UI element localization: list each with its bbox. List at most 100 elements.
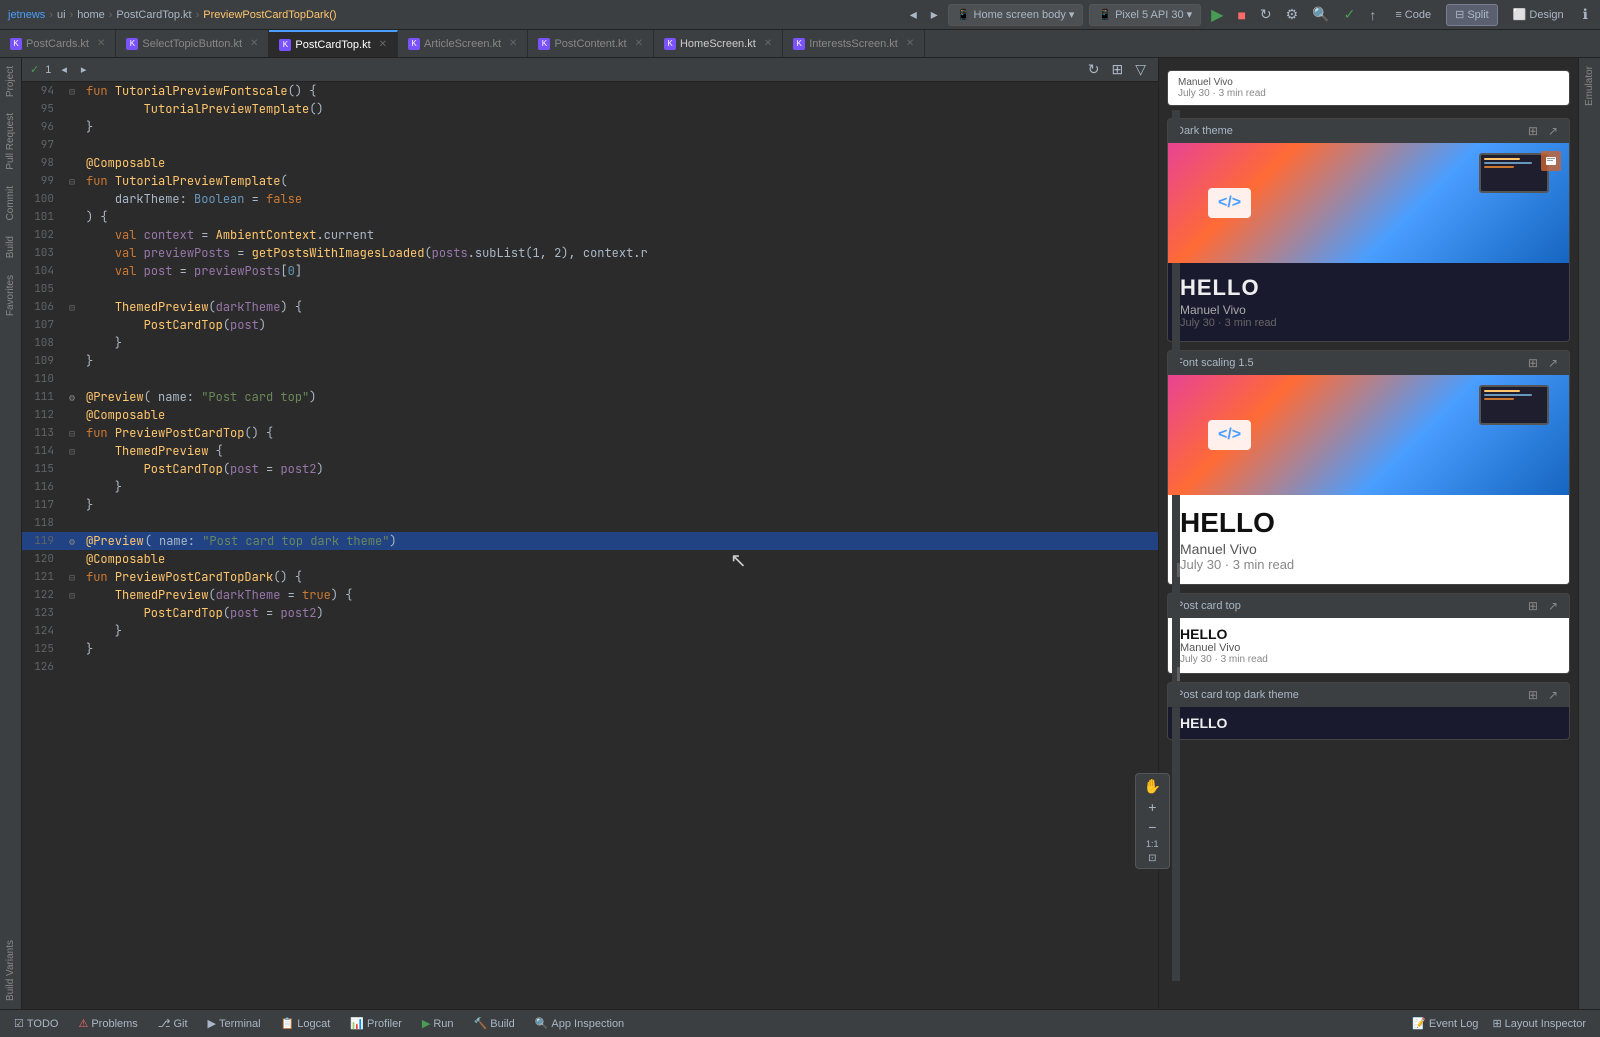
post-top-save[interactable]: ⊞ bbox=[1525, 598, 1541, 614]
code-line-94: 94 ⊟ fun TutorialPreviewFontscale() { bbox=[22, 82, 1158, 100]
hand-tool-button[interactable]: ✋ bbox=[1138, 776, 1167, 797]
tab-postcontent-close[interactable]: ✕ bbox=[635, 38, 643, 49]
terminal-button[interactable]: ▶ Terminal bbox=[202, 1015, 267, 1032]
font-scaling-save[interactable]: ⊞ bbox=[1525, 355, 1541, 371]
settings-button[interactable]: ⚙ bbox=[1282, 4, 1303, 25]
tab-homescreen[interactable]: K HomeScreen.kt ✕ bbox=[654, 30, 783, 58]
tab-interestsscreen-close[interactable]: ✕ bbox=[906, 38, 914, 49]
tab-interestsscreen[interactable]: K InterestsScreen.kt ✕ bbox=[783, 30, 925, 58]
code-view-button[interactable]: ≡ Code bbox=[1386, 4, 1440, 26]
fit-button[interactable]: ⊡ bbox=[1142, 851, 1162, 866]
line-num-125: 125 bbox=[22, 641, 62, 658]
kotlin-icon-4: K bbox=[408, 38, 420, 50]
git-button[interactable]: ⎇ Git bbox=[152, 1015, 194, 1032]
toggle-view[interactable]: ⊞ bbox=[1107, 59, 1127, 80]
tab-articlescreen-close[interactable]: ✕ bbox=[509, 38, 517, 49]
problems-button[interactable]: ⚠ Problems bbox=[72, 1015, 143, 1032]
sidebar-buildvariants[interactable]: Build Variants bbox=[3, 936, 18, 1005]
info-button[interactable]: ℹ bbox=[1579, 4, 1592, 25]
tab-postcards[interactable]: K PostCards.kt ✕ bbox=[0, 30, 116, 58]
stop-button[interactable]: ■ bbox=[1233, 5, 1249, 25]
tab-postcards-close[interactable]: ✕ bbox=[97, 38, 105, 49]
tab-selecttopic-close[interactable]: ✕ bbox=[250, 38, 258, 49]
font-scaling-open[interactable]: ↗ bbox=[1545, 355, 1561, 371]
tab-homescreen-close[interactable]: ✕ bbox=[764, 38, 772, 49]
design-view-button[interactable]: ⬜ Design bbox=[1504, 4, 1573, 26]
profiler-button[interactable]: 📊 Profiler bbox=[344, 1015, 408, 1032]
dark-theme-open[interactable]: ↗ bbox=[1545, 123, 1561, 139]
zoom-reset-button[interactable]: 1:1 bbox=[1140, 837, 1165, 851]
breadcrumb-home[interactable]: home bbox=[77, 9, 105, 21]
search-button[interactable]: 🔍 bbox=[1308, 4, 1333, 25]
tab-postcontent[interactable]: K PostContent.kt ✕ bbox=[528, 30, 654, 58]
zoom-out-button[interactable]: − bbox=[1142, 817, 1162, 837]
kotlin-icon-6: K bbox=[664, 38, 676, 50]
code-line-108: 108 } bbox=[22, 334, 1158, 352]
sidebar-build[interactable]: Build bbox=[3, 232, 18, 262]
refresh-button[interactable]: ↻ bbox=[1256, 4, 1276, 25]
code-line-101: 101 ) { bbox=[22, 208, 1158, 226]
post-top-open[interactable]: ↗ bbox=[1545, 598, 1561, 614]
git-commit[interactable]: ✓ bbox=[1340, 4, 1360, 25]
zoom-in-button[interactable]: + bbox=[1142, 797, 1162, 817]
run-button[interactable]: ▶ bbox=[1207, 3, 1227, 27]
logcat-button[interactable]: 📋 Logcat bbox=[275, 1015, 337, 1032]
filter-preview[interactable]: ▽ bbox=[1131, 59, 1150, 80]
sidebar-favorites[interactable]: Favorites bbox=[3, 271, 18, 320]
git-push[interactable]: ↑ bbox=[1365, 5, 1380, 25]
breadcrumb-function[interactable]: PreviewPostCardTopDark() bbox=[203, 9, 336, 21]
code-line-95: 95 TutorialPreviewTemplate() bbox=[22, 100, 1158, 118]
prev-preview[interactable]: ◂ bbox=[57, 61, 71, 78]
partial-card-top: Manuel Vivo July 30 · 3 min read bbox=[1167, 66, 1570, 110]
build-button[interactable]: 🔨 Build bbox=[468, 1015, 521, 1032]
post-top-dark-open[interactable]: ↗ bbox=[1545, 687, 1561, 703]
gutter-121[interactable]: ⊟ bbox=[62, 570, 82, 585]
gutter-94[interactable]: ⊟ bbox=[62, 84, 82, 99]
code-108: } bbox=[82, 334, 122, 352]
breadcrumb-file[interactable]: PostCardTop.kt bbox=[116, 9, 191, 21]
tab-selecttopic[interactable]: K SelectTopicButton.kt ✕ bbox=[116, 30, 269, 58]
gutter-111[interactable]: ⚙ bbox=[62, 390, 82, 405]
laptop-line-1 bbox=[1484, 158, 1520, 160]
overlay-icon bbox=[1546, 157, 1556, 165]
api-selector[interactable]: 📱 Pixel 5 API 30 ▾ bbox=[1089, 4, 1201, 26]
tab-postcardtop-close[interactable]: ✕ bbox=[379, 39, 387, 50]
dark-theme-save[interactable]: ⊞ bbox=[1525, 123, 1541, 139]
gutter-106[interactable]: ⊟ bbox=[62, 300, 82, 315]
breadcrumb-ui[interactable]: ui bbox=[57, 9, 66, 21]
preview-content[interactable]: Manuel Vivo July 30 · 3 min read Dark th… bbox=[1159, 58, 1578, 1009]
split-view-button[interactable]: ⊟ Split bbox=[1446, 4, 1498, 26]
gutter-122[interactable]: ⊟ bbox=[62, 588, 82, 603]
next-preview[interactable]: ▸ bbox=[77, 61, 91, 78]
app-inspection-button[interactable]: 🔍 App Inspection bbox=[529, 1015, 630, 1032]
tab-postcardtop[interactable]: K PostCardTop.kt ✕ bbox=[269, 30, 398, 58]
sidebar-project[interactable]: Project bbox=[3, 62, 18, 101]
dark-hero-laptop bbox=[1479, 153, 1549, 203]
gutter-113[interactable]: ⊟ bbox=[62, 426, 82, 441]
back-button[interactable]: ◂ bbox=[906, 4, 921, 25]
sidebar-pullrequest[interactable]: Pull Request bbox=[3, 109, 18, 174]
run-status-button[interactable]: ▶ Run bbox=[416, 1015, 460, 1032]
post-top-dark-actions: ⊞ ↗ bbox=[1525, 687, 1561, 703]
refresh-preview[interactable]: ↻ bbox=[1084, 59, 1104, 80]
tab-postcardtop-label: PostCardTop.kt bbox=[295, 39, 370, 51]
sidebar-commit[interactable]: Commit bbox=[3, 182, 18, 224]
api-name: Pixel 5 API 30 bbox=[1115, 9, 1184, 21]
post-top-dark-save[interactable]: ⊞ bbox=[1525, 687, 1541, 703]
code-118 bbox=[82, 514, 93, 532]
todo-button[interactable]: ☑ TODO bbox=[8, 1015, 64, 1032]
breadcrumb-project[interactable]: jetnews bbox=[8, 9, 45, 21]
layout-inspector-button[interactable]: ⊞ Layout Inspector bbox=[1486, 1015, 1592, 1032]
gutter-99[interactable]: ⊟ bbox=[62, 174, 82, 189]
event-log-button[interactable]: 📝 Event Log bbox=[1406, 1015, 1484, 1032]
tab-articlescreen[interactable]: K ArticleScreen.kt ✕ bbox=[398, 30, 528, 58]
gutter-119[interactable]: ⚙ bbox=[62, 534, 82, 549]
emulator-label[interactable]: Emulator bbox=[1582, 62, 1597, 110]
editor-content[interactable]: 94 ⊟ fun TutorialPreviewFontscale() { 95… bbox=[22, 82, 1158, 1009]
device-selector[interactable]: 📱 Home screen body ▾ bbox=[948, 4, 1084, 26]
code-116: } bbox=[82, 478, 122, 496]
code-line-98: 98 @Composable bbox=[22, 154, 1158, 172]
forward-button[interactable]: ▸ bbox=[927, 4, 942, 25]
gutter-114[interactable]: ⊟ bbox=[62, 444, 82, 459]
tab-postcards-label: PostCards.kt bbox=[26, 38, 89, 50]
